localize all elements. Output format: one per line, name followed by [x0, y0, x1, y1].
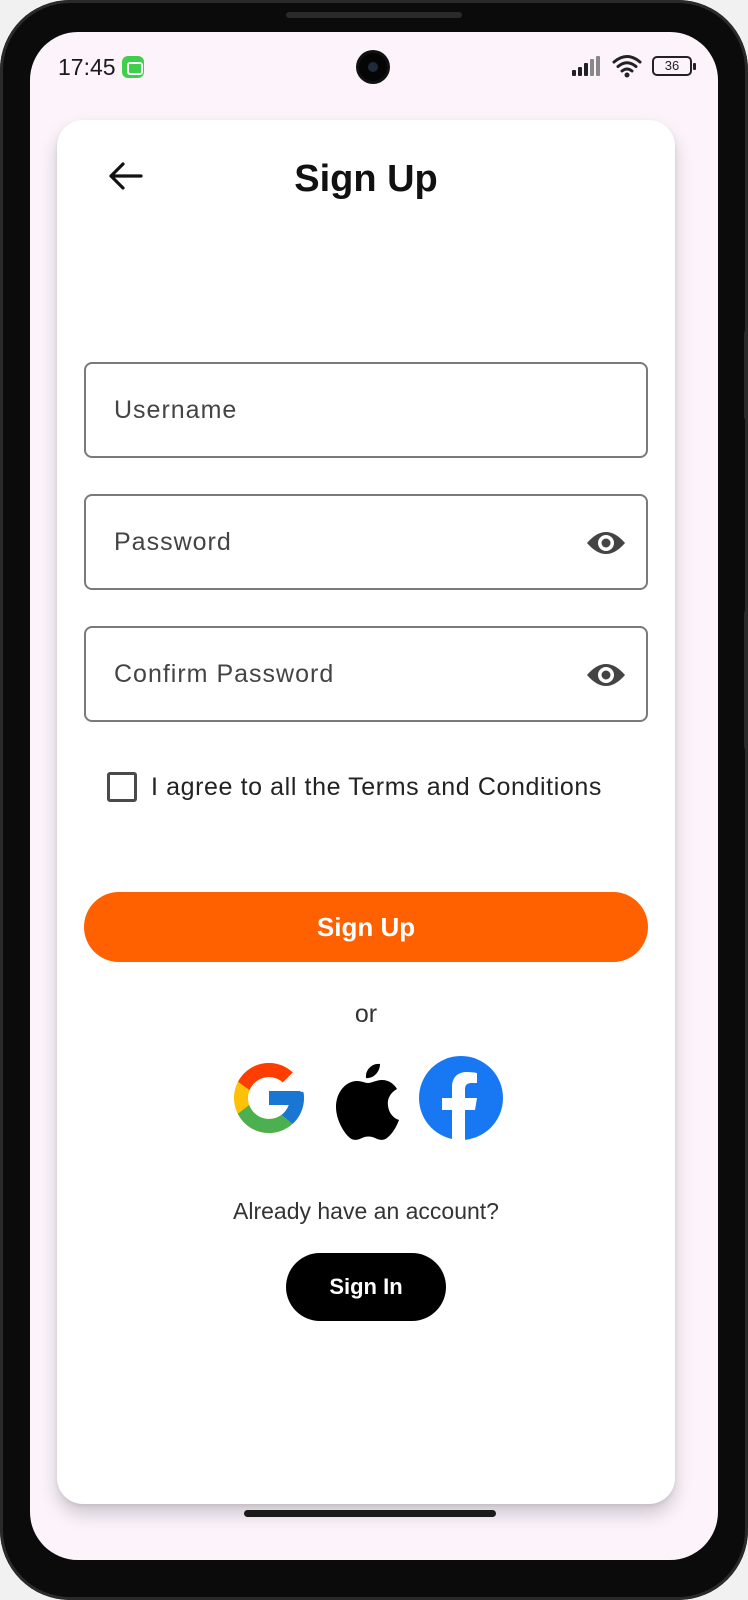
- home-indicator[interactable]: [244, 1510, 496, 1517]
- google-login-button[interactable]: [227, 1056, 311, 1140]
- confirm-password-field[interactable]: [84, 626, 648, 722]
- speaker-slot: [286, 12, 462, 18]
- already-have-account-text: Already have an account?: [233, 1198, 499, 1224]
- notification-app-icon: [121, 56, 144, 78]
- power-button: [744, 610, 748, 750]
- confirm-visibility-toggle[interactable]: [586, 657, 626, 693]
- social-login-row: [227, 1056, 507, 1142]
- page-title: Sign Up: [294, 158, 438, 200]
- status-bar: 17:45 36: [30, 32, 718, 102]
- password-input[interactable]: [112, 526, 620, 558]
- username-field[interactable]: [84, 362, 648, 458]
- status-time: 17:45: [58, 53, 116, 80]
- signin-button[interactable]: Sign In: [286, 1253, 446, 1321]
- battery-icon: 36: [652, 56, 696, 76]
- terms-row[interactable]: I agree to all the Terms and Conditions: [107, 772, 602, 802]
- password-field[interactable]: [84, 494, 648, 590]
- apple-icon: [336, 1063, 399, 1140]
- signal-icon: [572, 56, 600, 76]
- terms-checkbox[interactable]: [107, 772, 137, 802]
- confirm-password-input[interactable]: [112, 658, 620, 690]
- facebook-login-button[interactable]: [419, 1056, 503, 1140]
- signup-button[interactable]: Sign Up: [84, 892, 648, 962]
- facebook-icon: [419, 1056, 503, 1140]
- wifi-icon: [612, 55, 642, 78]
- password-visibility-toggle[interactable]: [586, 525, 626, 561]
- username-input[interactable]: [112, 394, 620, 426]
- signup-card: Sign Up Username I agree to all the Term…: [57, 120, 675, 1504]
- or-divider-text: or: [354, 1000, 378, 1028]
- status-icons: 36: [572, 54, 696, 78]
- eye-icon: [587, 532, 625, 554]
- apple-login-button[interactable]: [326, 1056, 410, 1140]
- front-camera: [359, 53, 387, 81]
- screen: 17:45 36 Sign Up Username I agree to all…: [30, 32, 718, 1560]
- eye-icon: [587, 664, 625, 686]
- phone-frame: 17:45 36 Sign Up Username I agree to all…: [0, 0, 748, 1600]
- google-icon: [234, 1063, 304, 1133]
- volume-button: [744, 330, 748, 420]
- terms-label: I agree to all the Terms and Conditions: [151, 772, 602, 801]
